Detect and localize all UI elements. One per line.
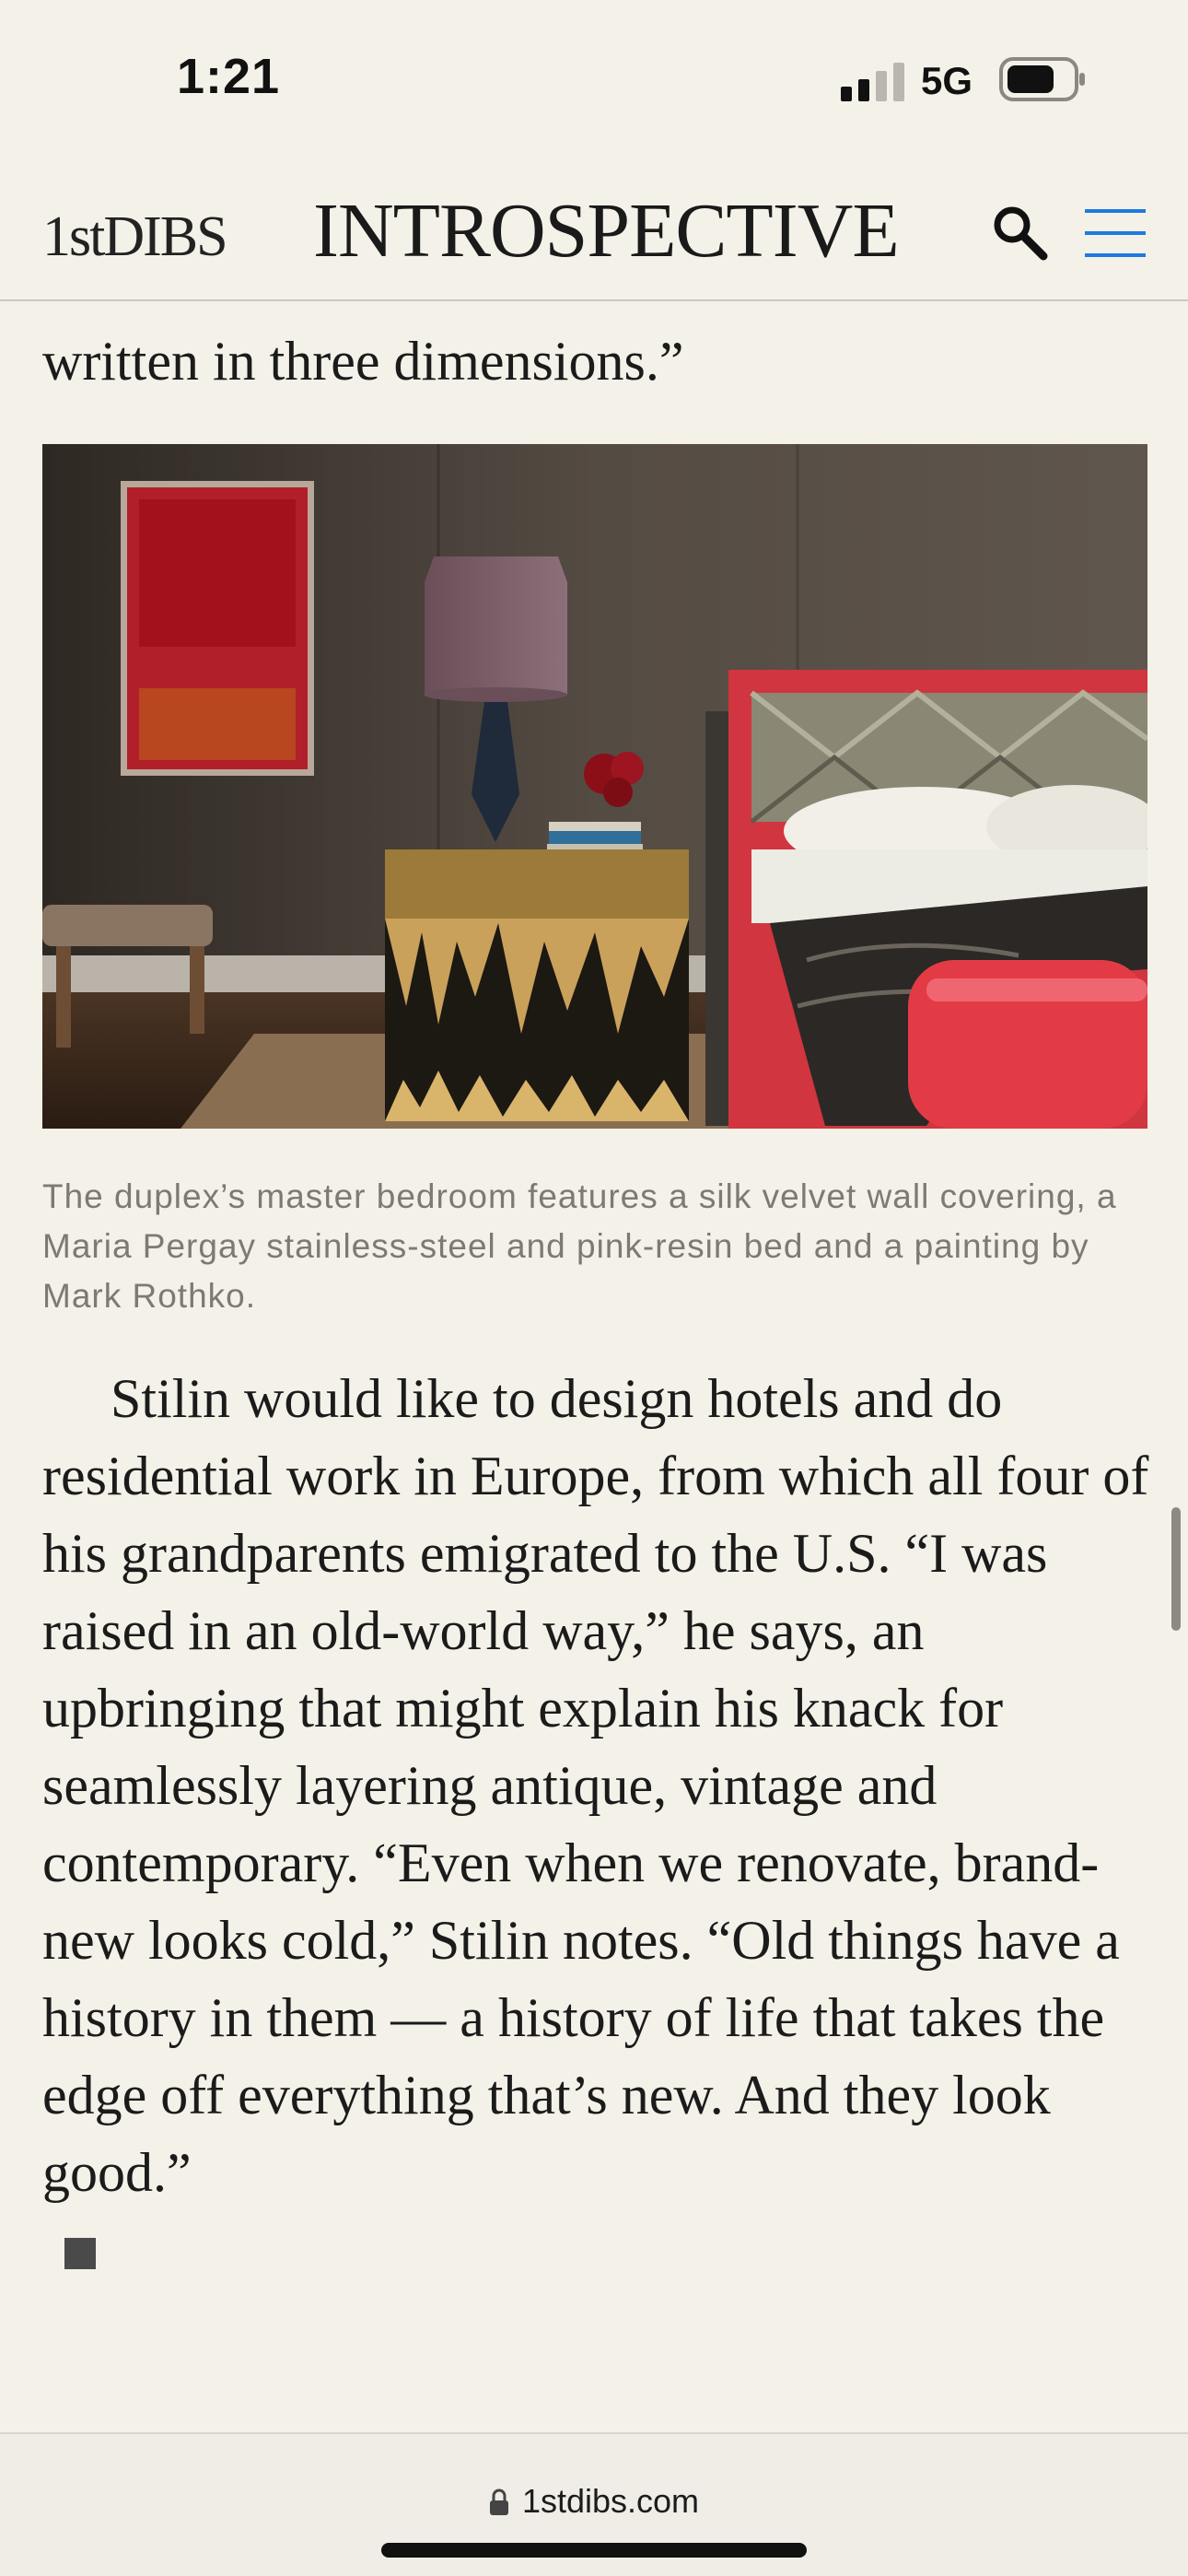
image-caption: The duplex’s master bedroom features a s…	[42, 1177, 1117, 1315]
article-paragraph: Stilin would like to design hotels and d…	[42, 1368, 1149, 2203]
url-text: 1stdibs.com	[521, 2482, 700, 2520]
site-logo[interactable]: 1stDIBS	[42, 205, 228, 270]
scrollbar-thumb[interactable]	[1171, 1507, 1181, 1631]
home-indicator[interactable]	[381, 2543, 807, 2558]
article-end-mark	[64, 2238, 96, 2269]
previous-paragraph-tail: written in three dimensions.”	[42, 331, 684, 392]
search-icon[interactable]	[990, 203, 1049, 262]
cellular-signal-icon	[841, 63, 904, 101]
lock-icon	[489, 2488, 508, 2515]
site-header: 1stDIBS INTROSPECTIVE	[0, 166, 1188, 301]
url-display[interactable]: 1stdibs.com	[0, 2482, 1188, 2521]
browser-address-bar: 1stdibs.com	[0, 2432, 1188, 2576]
status-time: 1:21	[177, 49, 281, 104]
article-photo	[42, 444, 1147, 1129]
network-type: 5G	[921, 59, 973, 102]
section-title[interactable]: INTROSPECTIVE	[313, 186, 900, 275]
hamburger-menu-icon[interactable]	[1083, 206, 1147, 260]
battery-icon	[999, 57, 1085, 101]
